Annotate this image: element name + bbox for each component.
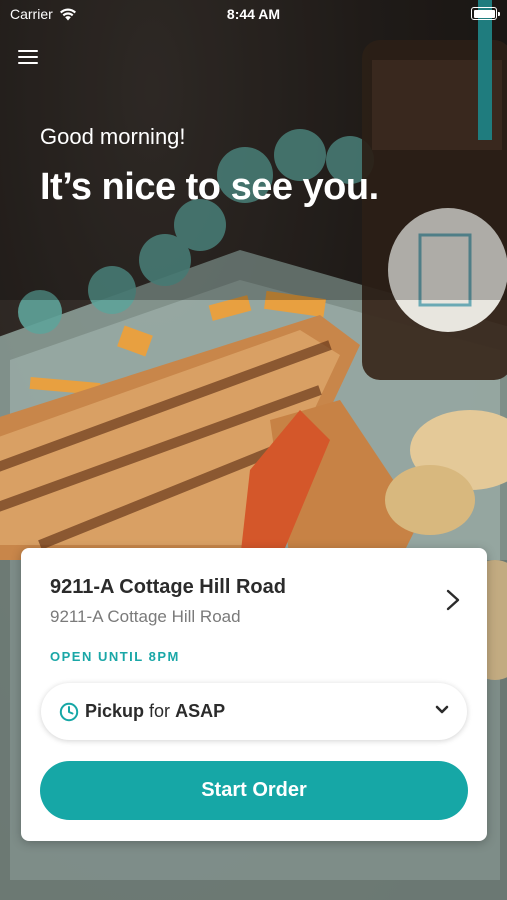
chevron-down-icon xyxy=(435,705,449,714)
chevron-right-icon xyxy=(446,589,460,611)
status-time: 8:44 AM xyxy=(226,6,281,22)
order-mode-dropdown[interactable]: Pickup for ASAP xyxy=(41,683,467,740)
store-name: 9211-A Cottage Hill Road xyxy=(50,576,286,598)
store-hours: OPEN UNTIL 8PM xyxy=(50,649,180,664)
clock-icon xyxy=(59,702,79,721)
store-selector[interactable]: 9211-A Cottage Hill Road 9211-A Cottage … xyxy=(21,548,487,640)
store-address: 9211-A Cottage Hill Road xyxy=(50,607,241,626)
battery-icon xyxy=(471,7,500,20)
start-order-button[interactable]: Start Order xyxy=(40,761,468,820)
store-card: 9211-A Cottage Hill Road 9211-A Cottage … xyxy=(21,548,487,841)
hamburger-menu-icon[interactable] xyxy=(18,46,44,70)
greeting-text: Good morning! xyxy=(40,124,186,149)
welcome-headline: It’s nice to see you. xyxy=(40,166,379,208)
order-mode-label: Pickup for ASAP xyxy=(85,701,225,722)
order-mode-connector: for xyxy=(149,701,171,721)
order-mode-type: Pickup xyxy=(85,701,145,721)
order-mode-time: ASAP xyxy=(175,701,226,721)
status-bar: Carrier 8:44 AM xyxy=(0,0,507,30)
